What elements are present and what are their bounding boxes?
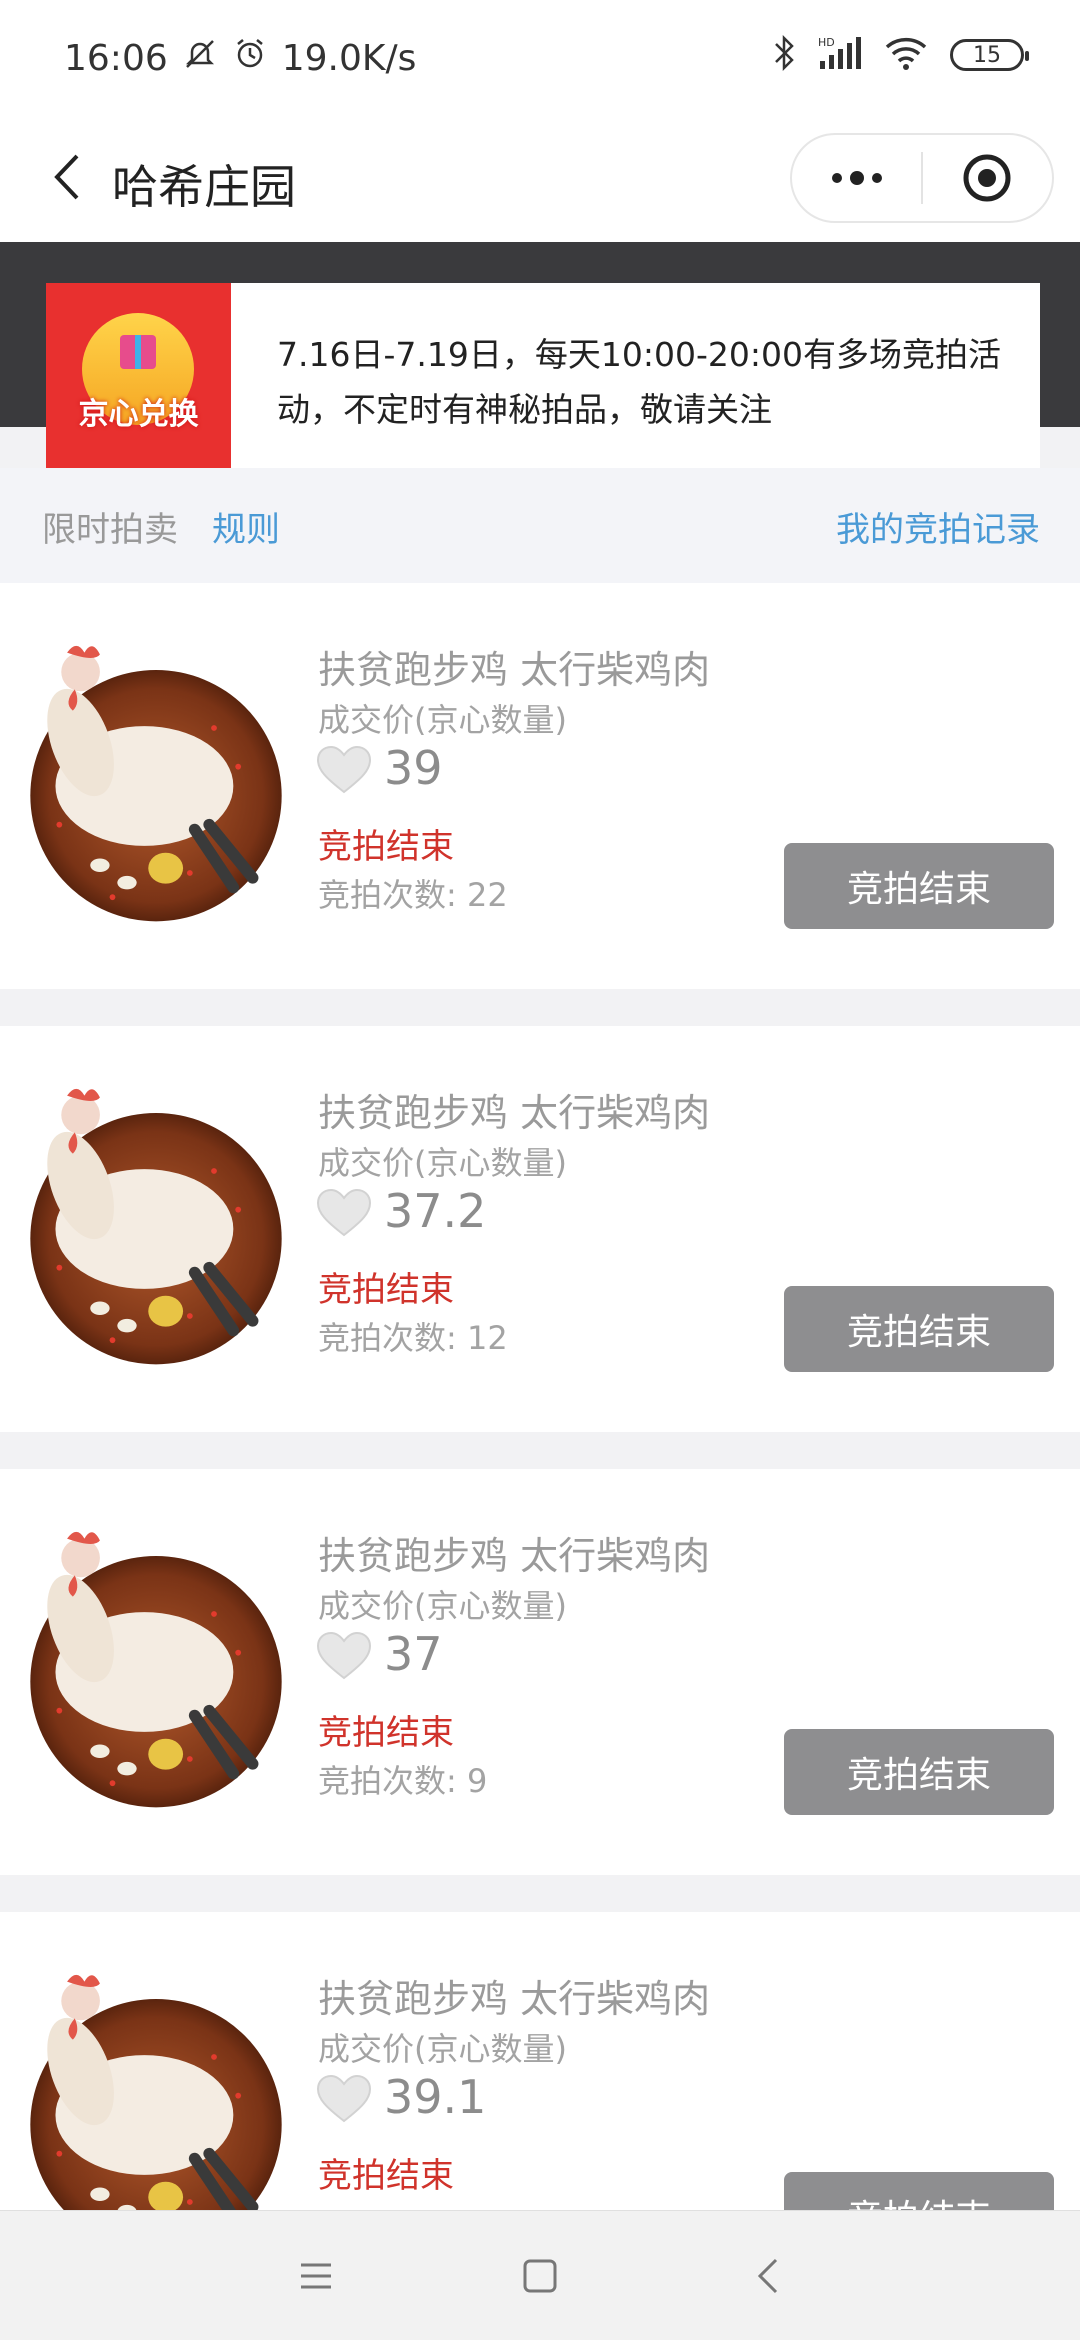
- price-label: 成交价(京心数量): [318, 701, 567, 739]
- notice-text: 7.16日-7.19日，每天10:00-20:00有多场竞拍活动，不定时有神秘拍…: [277, 335, 1001, 429]
- final-price: 39: [384, 741, 443, 795]
- my-auction-records-link[interactable]: 我的竞拍记录: [836, 502, 1040, 551]
- rules-link[interactable]: 规则: [212, 502, 280, 551]
- chevron-left-icon: [54, 154, 79, 200]
- auction-status: 竞拍结束: [318, 1270, 454, 1310]
- status-right: HD 15: [772, 34, 1029, 76]
- back-button[interactable]: [36, 147, 96, 207]
- home-square-icon: [523, 2259, 557, 2293]
- network-speed: 19.0K/s: [281, 38, 417, 79]
- home-button[interactable]: [505, 2241, 575, 2311]
- section-header: 限时拍卖 规则 我的竞拍记录: [0, 468, 1080, 583]
- product-image: [20, 1527, 292, 1817]
- page-title: 哈希庄园: [112, 160, 296, 214]
- product-name: 扶贫跑步鸡 太行柴鸡肉: [318, 648, 711, 692]
- heart-icon: [317, 1632, 371, 1679]
- target-close-icon: [963, 154, 1011, 202]
- auction-ended-button[interactable]: 竞拍结束: [784, 1286, 1054, 1372]
- battery-icon: 15: [950, 39, 1029, 71]
- auction-item-card[interactable]: 扶贫跑步鸡 太行柴鸡肉 成交价(京心数量) 39 竞拍结束 竞拍次数: 22 竞…: [0, 583, 1080, 989]
- tab-flash-auction[interactable]: 限时拍卖: [42, 502, 178, 551]
- mute-icon: [182, 36, 218, 81]
- bluetooth-icon: [772, 34, 796, 76]
- nav-header: 哈希庄园: [0, 115, 1080, 242]
- bid-count: 竞拍次数: 22: [318, 876, 508, 914]
- auction-status: 竞拍结束: [318, 1713, 454, 1753]
- product-name: 扶贫跑步鸡 太行柴鸡肉: [318, 1977, 711, 2021]
- notice-banner: 京心兑换 7.16日-7.19日，每天10:00-20:00有多场竞拍活动，不定…: [46, 283, 1040, 468]
- auction-ended-button[interactable]: 竞拍结束: [784, 1729, 1054, 1815]
- status-left: 16:06 19.0K/s: [64, 36, 416, 81]
- status-bar: 16:06 19.0K/s HD 15: [0, 0, 1080, 115]
- back-triangle-icon: [757, 2258, 778, 2294]
- jingxin-exchange-logo: 京心兑换: [46, 283, 231, 468]
- auction-status: 竞拍结束: [318, 2156, 454, 2196]
- menu-button[interactable]: [281, 2241, 351, 2311]
- heart-icon: [317, 746, 371, 793]
- wifi-icon: [884, 35, 928, 75]
- price-label: 成交价(京心数量): [318, 1144, 567, 1182]
- more-button[interactable]: [792, 135, 921, 221]
- bid-count: 竞拍次数: 9: [318, 1762, 488, 1800]
- product-name: 扶贫跑步鸡 太行柴鸡肉: [318, 1091, 711, 1135]
- heart-icon: [317, 2075, 371, 2122]
- auction-status: 竞拍结束: [318, 827, 454, 867]
- system-back-button[interactable]: [733, 2241, 803, 2311]
- product-name: 扶贫跑步鸡 太行柴鸡肉: [318, 1534, 711, 1578]
- more-dots-icon: [831, 171, 882, 185]
- battery-level: 15: [973, 42, 1001, 68]
- gift-icon: [120, 335, 156, 369]
- product-image: [20, 641, 292, 931]
- status-time: 16:06: [64, 38, 168, 79]
- heart-icon: [317, 1189, 371, 1236]
- auction-item-card[interactable]: 扶贫跑步鸡 太行柴鸡肉 成交价(京心数量) 37 竞拍结束 竞拍次数: 9 竞拍…: [0, 1469, 1080, 1875]
- mini-program-capsule: [790, 133, 1054, 223]
- close-button[interactable]: [923, 135, 1052, 221]
- system-nav-bar: [0, 2210, 1080, 2340]
- alarm-icon: [232, 36, 268, 81]
- final-price: 39.1: [384, 2070, 487, 2124]
- auction-item-card[interactable]: 扶贫跑步鸡 太行柴鸡肉 成交价(京心数量) 37.2 竞拍结束 竞拍次数: 12…: [0, 1026, 1080, 1432]
- logo-text: 京心兑换: [78, 397, 199, 432]
- bid-count: 竞拍次数: 12: [318, 1319, 508, 1357]
- final-price: 37: [384, 1627, 443, 1681]
- price-label: 成交价(京心数量): [318, 1587, 567, 1625]
- price-label: 成交价(京心数量): [318, 2030, 567, 2068]
- svg-text:HD: HD: [818, 36, 835, 49]
- hd-signal-icon: HD: [818, 35, 862, 75]
- auction-ended-button[interactable]: 竞拍结束: [784, 843, 1054, 929]
- menu-icon: [301, 2263, 331, 2289]
- product-image: [20, 1084, 292, 1374]
- final-price: 37.2: [384, 1184, 487, 1238]
